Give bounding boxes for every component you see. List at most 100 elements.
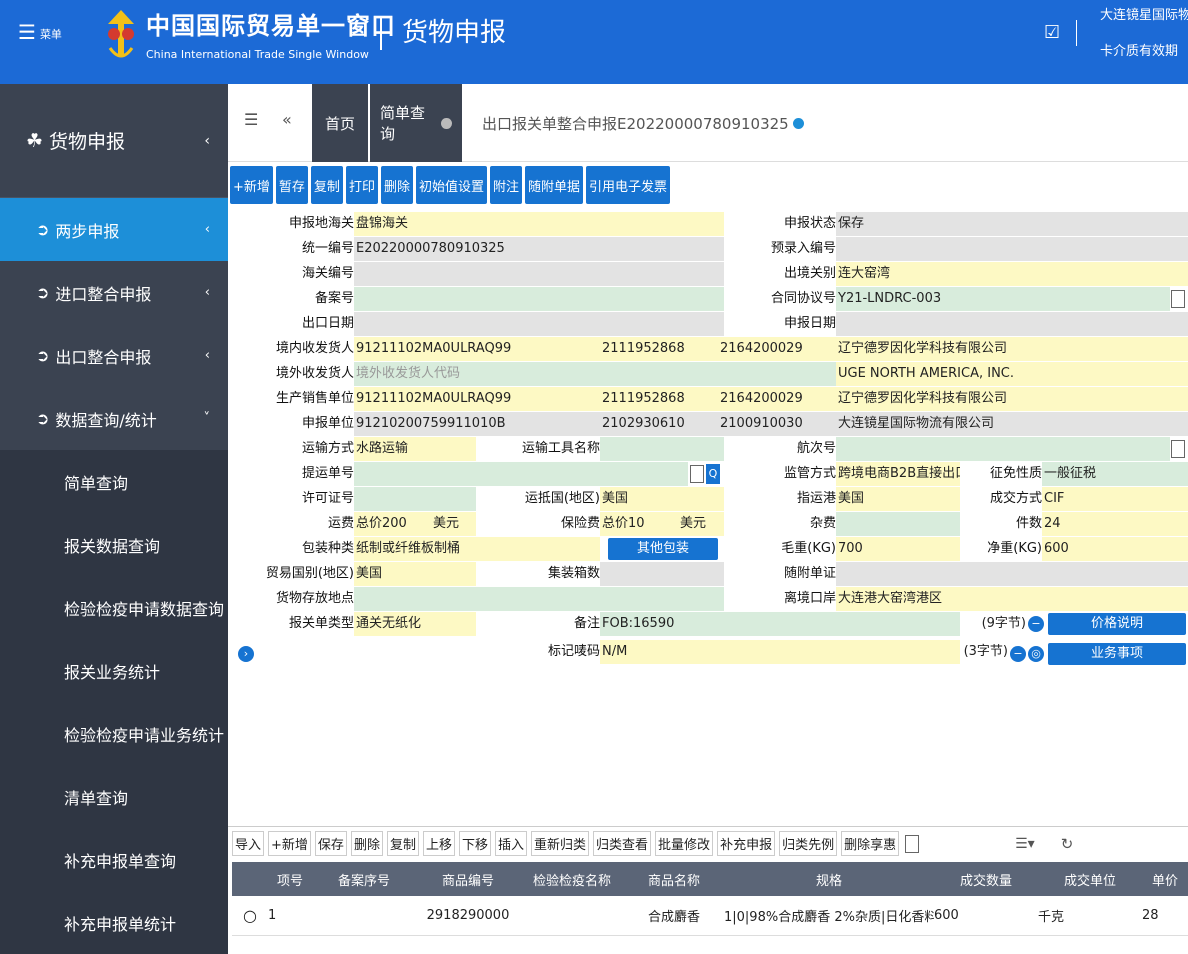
close-icon[interactable] xyxy=(441,117,452,129)
vessel-name-field[interactable] xyxy=(600,437,724,461)
gross-weight-field[interactable]: 700 xyxy=(836,537,960,561)
producer-code3-field[interactable]: 2164200029 xyxy=(718,387,836,411)
supplement-button[interactable]: 补充申报 xyxy=(717,831,776,856)
levy-nature-field[interactable]: 一般征税 xyxy=(1042,462,1188,486)
sidebar-sub-supp-stats[interactable]: 补充申报单统计 xyxy=(0,891,228,954)
freight-field[interactable]: 总价200 xyxy=(354,512,414,536)
overseas-code-field[interactable]: 境外收发货人代码 xyxy=(354,362,836,386)
search-icon[interactable]: Q xyxy=(706,464,720,484)
minus-icon[interactable]: − xyxy=(1028,616,1044,632)
tab-current-declaration[interactable]: 出口报关单整合申报E20220000780910325 xyxy=(472,84,814,162)
sidebar-sub-inspection-stats[interactable]: 检验检疫申请业务统计 xyxy=(0,702,228,765)
contract-no-field[interactable]: Y21-LNDRC-003 xyxy=(836,287,1170,311)
user-org[interactable]: 大连镜星国际物 xyxy=(1100,4,1188,23)
grid-delete-button[interactable]: 删除 xyxy=(350,831,383,856)
delete-button[interactable]: 删除 xyxy=(380,166,413,204)
menu-icon[interactable]: ☰ 菜单 xyxy=(18,20,62,44)
sidebar-item-two-step[interactable]: ➲ 两步申报 ‹ xyxy=(0,198,228,261)
producer-name-field[interactable]: 辽宁德罗因化学科技有限公司 xyxy=(836,387,1188,411)
record-no-field[interactable] xyxy=(354,287,724,311)
close-icon[interactable] xyxy=(792,117,804,129)
voyage-checkbox[interactable] xyxy=(1171,440,1185,458)
contract-checkbox[interactable] xyxy=(1171,290,1185,308)
batch-edit-button[interactable]: 批量修改 xyxy=(655,831,714,856)
sidebar-header[interactable]: ☘ 货物申报 ‹ xyxy=(0,84,228,198)
tab-simple-query[interactable]: 简单查询 xyxy=(370,84,462,162)
print-button[interactable]: 打印 xyxy=(345,166,378,204)
note-button[interactable]: 附注 xyxy=(489,166,522,204)
departure-port-field[interactable]: 大连港大窑湾港区 xyxy=(836,587,1188,611)
reclassify-button[interactable]: 重新归类 xyxy=(531,831,590,856)
sidebar-item-import[interactable]: ➲ 进口整合申报 ‹ xyxy=(0,261,228,324)
sidebar-sub-list-query[interactable]: 清单查询 xyxy=(0,765,228,828)
net-weight-field[interactable]: 600 xyxy=(1042,537,1188,561)
bl-checkbox[interactable] xyxy=(690,465,704,483)
overseas-name-field[interactable]: UGE NORTH AMERICA, INC. xyxy=(836,362,1188,386)
trade-terms-field[interactable]: CIF xyxy=(1042,487,1188,511)
delete-preference-button[interactable]: 删除享惠 xyxy=(841,831,900,856)
declare-port-field[interactable]: 盘锦海关 xyxy=(354,212,724,236)
save-draft-button[interactable]: 暂存 xyxy=(275,166,308,204)
pack-type-field[interactable]: 纸制或纤维板制桶 xyxy=(354,537,600,561)
sidebar-item-export[interactable]: ➲ 出口整合申报 ‹ xyxy=(0,324,228,387)
consignor-code-field[interactable]: 91211102MA0ULRAQ99 xyxy=(354,337,600,361)
move-up-button[interactable]: 上移 xyxy=(422,831,455,856)
consignor-name-field[interactable]: 辽宁德罗因化学科技有限公司 xyxy=(836,337,1188,361)
mail-icon[interactable]: ☑ xyxy=(1044,22,1060,43)
new-button[interactable]: +新增 xyxy=(230,166,273,204)
grid-save-button[interactable]: 保存 xyxy=(314,831,347,856)
transport-mode-field[interactable]: 水路运输 xyxy=(354,437,476,461)
sidebar-sub-customs-stats[interactable]: 报关业务统计 xyxy=(0,639,228,702)
refresh-icon[interactable]: ↻ xyxy=(1061,835,1074,853)
tab-home[interactable]: 首页 xyxy=(312,84,368,162)
producer-code-field[interactable]: 91211102MA0ULRAQ99 xyxy=(354,387,600,411)
precedent-button[interactable]: 归类先例 xyxy=(779,831,838,856)
consignor-code3-field[interactable]: 2164200029 xyxy=(718,337,836,361)
freight-currency-field[interactable]: 美元 xyxy=(414,512,476,536)
other-fee-field[interactable] xyxy=(836,512,960,536)
settings-icon[interactable]: ◎ xyxy=(1028,646,1044,662)
back-icon[interactable]: « xyxy=(282,110,292,129)
move-down-button[interactable]: 下移 xyxy=(458,831,491,856)
sidebar-sub-customs-query[interactable]: 报关数据查询 xyxy=(0,513,228,576)
init-settings-button[interactable]: 初始值设置 xyxy=(415,166,487,204)
decl-type-field[interactable]: 通关无纸化 xyxy=(354,612,476,636)
dest-port-field[interactable]: 美国 xyxy=(836,487,960,511)
bl-no-field[interactable] xyxy=(354,462,688,486)
dest-country-field[interactable]: 美国 xyxy=(600,487,724,511)
other-pack-button[interactable]: 其他包装 xyxy=(608,538,718,560)
menu-toggle-icon[interactable]: ☰ xyxy=(244,110,258,129)
goods-place-field[interactable] xyxy=(354,587,724,611)
view-classify-button[interactable]: 归类查看 xyxy=(593,831,652,856)
expand-icon[interactable]: › xyxy=(238,646,254,662)
license-no-field[interactable] xyxy=(354,487,476,511)
exit-customs-field[interactable]: 连大窑湾 xyxy=(836,262,1188,286)
sidebar-item-data-query[interactable]: ➲ 数据查询/统计 ˅ xyxy=(0,387,228,450)
consignor-code2-field[interactable]: 2111952868 xyxy=(600,337,718,361)
minus-icon[interactable]: − xyxy=(1010,646,1026,662)
grid-new-button[interactable]: +新增 xyxy=(268,831,311,856)
packages-field[interactable]: 24 xyxy=(1042,512,1188,536)
row-radio[interactable]: ○ xyxy=(232,906,268,925)
import-button[interactable]: 导入 xyxy=(232,831,265,856)
e-invoice-button[interactable]: 引用电子发票 xyxy=(586,166,671,204)
producer-code2-field[interactable]: 2111952868 xyxy=(600,387,718,411)
insurance-currency-field[interactable]: 美元 xyxy=(660,512,724,536)
voyage-no-field[interactable] xyxy=(836,437,1170,461)
table-row[interactable]: ○ 1 2918290000 合成麝香 1|0|98%合成麝香 2%杂质|日化香… xyxy=(232,896,1188,936)
trade-mode-field[interactable]: 跨境电商B2B直接出口 xyxy=(836,462,960,486)
sidebar-sub-simple-query[interactable]: 简单查询 xyxy=(0,450,228,513)
grid-checkbox[interactable] xyxy=(905,834,920,853)
sidebar-sub-supp-query[interactable]: 补充申报单查询 xyxy=(0,828,228,891)
business-items-button[interactable]: 业务事项 xyxy=(1048,643,1186,665)
insert-button[interactable]: 插入 xyxy=(495,831,528,856)
marks-field[interactable]: N/M xyxy=(600,640,960,664)
grid-copy-button[interactable]: 复制 xyxy=(386,831,419,856)
copy-button[interactable]: 复制 xyxy=(310,166,343,204)
remark-field[interactable]: FOB:16590 xyxy=(600,612,960,636)
price-note-button[interactable]: 价格说明 xyxy=(1048,613,1186,635)
sidebar-sub-inspection-query[interactable]: 检验检疫申请数据查询 xyxy=(0,576,228,639)
columns-icon[interactable]: ☰▾ xyxy=(1015,836,1035,852)
trade-country-field[interactable]: 美国 xyxy=(354,562,476,586)
insurance-field[interactable]: 总价10 xyxy=(600,512,660,536)
